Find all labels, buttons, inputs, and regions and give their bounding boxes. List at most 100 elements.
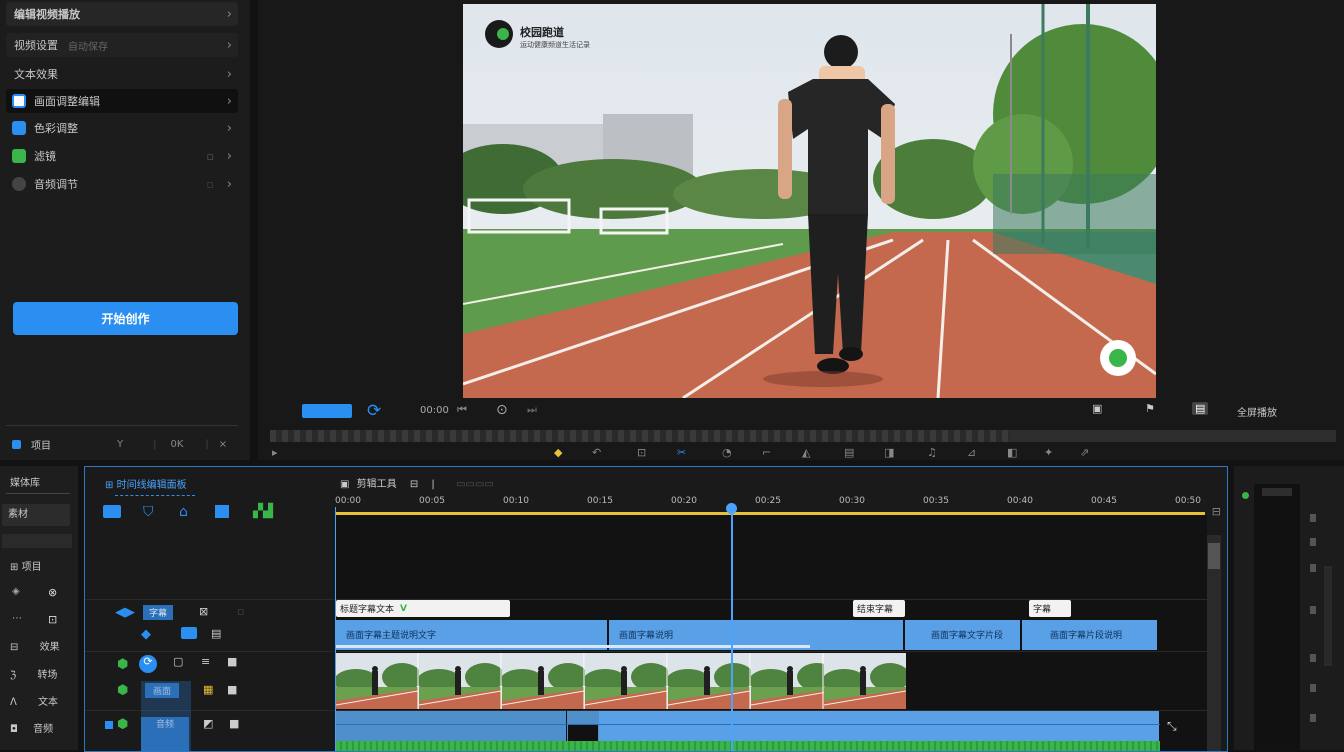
audio-tool-icon[interactable]: ♫ <box>927 446 937 459</box>
media-row[interactable]: ⊞ 项目 <box>10 558 70 573</box>
lock-icon[interactable]: ⊟ <box>410 479 418 490</box>
cut-icon[interactable]: ✂ <box>677 446 686 459</box>
sidebar-item-filter[interactable]: 滤镜 ▫ › <box>6 144 238 168</box>
video-track-green-icon[interactable]: ⬢ <box>117 683 128 698</box>
preview-video-frame[interactable] <box>463 4 1156 398</box>
toolbar-icon[interactable]: ▣ <box>340 479 349 490</box>
text-tool-icon[interactable]: ▤ <box>844 446 854 459</box>
folder-icon[interactable] <box>103 505 121 518</box>
zoom-icon[interactable]: ◭ <box>802 446 810 459</box>
meter-button[interactable] <box>1310 684 1316 692</box>
sidebar-item-image-adjust[interactable]: 画面调整编辑 › <box>6 89 238 113</box>
speed-icon[interactable]: ◔ <box>722 446 732 459</box>
media-row[interactable]: ⊟ 效果 <box>10 638 76 653</box>
panel-title-row[interactable]: 编辑视频播放 › <box>6 2 238 26</box>
meter-button[interactable] <box>1310 538 1316 546</box>
audio-track-icon[interactable]: ⬢ <box>117 717 128 732</box>
volume-icon[interactable]: ▤ <box>1192 402 1209 415</box>
timeline-settings-icon[interactable]: ⊟ <box>1212 505 1221 518</box>
video-track-sync-icon[interactable]: ⟳ <box>139 655 157 673</box>
grid-row-icon[interactable]: ⋯ <box>12 613 22 624</box>
timeline-panel: ⊞ 时间线编辑面板 ⛉ ⌂ ▞▟ ▣ 剪辑工具 ⊟ | ▭▭▭▭ ⊟ 00:00… <box>84 466 1228 752</box>
effect-row-icon-b[interactable]: ⊗ <box>48 586 57 599</box>
sidebar-item-video-settings[interactable]: 视频设置 自动保存 › <box>6 33 238 57</box>
sidebar-item-color-adjust[interactable]: 色彩调整 › <box>6 116 238 140</box>
video-track-stop-icon-b[interactable]: ■ <box>227 683 237 696</box>
meter-handle[interactable] <box>1262 488 1292 496</box>
meter-button[interactable] <box>1310 714 1316 722</box>
sticker-icon[interactable]: ✦ <box>1044 446 1053 459</box>
video-track-color-icon[interactable]: ▦ <box>203 683 213 696</box>
text-clip[interactable]: 标题字幕文本 Ⅴ <box>336 600 510 617</box>
prev-frame-icon[interactable]: ⏮ <box>457 403 467 417</box>
bucket-icon[interactable]: ⌂ <box>179 504 188 520</box>
effect-row-icon[interactable]: ◈ <box>12 586 20 597</box>
video-track-icon[interactable]: ⬢ <box>117 657 128 672</box>
video-clip[interactable] <box>336 653 906 709</box>
meter-button[interactable] <box>1310 606 1316 614</box>
text-track-folder-icon[interactable] <box>181 627 197 639</box>
media-search-bar[interactable] <box>2 534 72 548</box>
grid-row-icon-b[interactable]: ⊡ <box>48 613 57 626</box>
sidebar-item-text-effects[interactable]: 文本效果 › <box>6 62 238 86</box>
text-track-grid-icon[interactable]: ▤ <box>211 627 221 640</box>
color-tool-icon[interactable]: ◆ <box>554 446 562 459</box>
bar-icon[interactable]: | <box>431 479 434 490</box>
snapshot-icon[interactable]: ▣ <box>1092 402 1102 415</box>
sync-icon[interactable]: ⟳ <box>367 401 381 421</box>
transition-icon[interactable]: ⊿ <box>967 446 976 459</box>
play-mode-button[interactable] <box>302 404 352 418</box>
zoom-slider-icon[interactable]: ▭▭▭▭ <box>456 479 494 490</box>
text-track-icon[interactable]: ◀▶ <box>115 605 135 620</box>
text-clip[interactable]: 字幕 <box>1029 600 1071 617</box>
subtitle-clip[interactable]: 画面字幕文字片段 <box>905 620 1020 650</box>
crop-icon[interactable]: ⊡ <box>637 446 646 459</box>
audio-track-flag-icon[interactable]: ◩ <box>203 717 213 730</box>
split-icon[interactable]: ⌐ <box>762 446 771 459</box>
audio-clip-row[interactable] <box>599 711 1159 741</box>
audio-icon <box>12 177 26 191</box>
sidebar-item-audio[interactable]: 音频调节 ▫ › <box>6 172 238 196</box>
undo-icon[interactable]: ↶ <box>592 446 601 459</box>
timeline-title[interactable]: ⊞ 时间线编辑面板 <box>105 476 187 491</box>
clip-icon[interactable] <box>215 505 229 518</box>
text-track-eye-icon[interactable]: ▫ <box>237 605 244 618</box>
video-track-frame-icon[interactable]: ▢ <box>173 655 183 668</box>
meter-button[interactable] <box>1310 654 1316 662</box>
text-track-tag-icon[interactable]: ◆ <box>141 627 151 642</box>
media-tab-assets[interactable]: 素材 <box>2 504 70 526</box>
play-icon[interactable]: ⊙ <box>496 402 508 418</box>
subtitle-clip[interactable]: 画面字幕片段说明 <box>1022 620 1157 650</box>
audio-wave-icon[interactable]: ▞▟ <box>253 504 273 519</box>
expand-icon[interactable]: ⤡ <box>1167 719 1177 734</box>
video-track-stop-icon[interactable]: ■ <box>227 655 237 668</box>
audio-clip-row[interactable] <box>336 711 566 741</box>
media-row[interactable]: ℨ 转场 <box>10 666 76 681</box>
start-create-button[interactable]: 开始创作 <box>13 302 238 335</box>
audio-clip-dividers <box>336 724 1160 725</box>
media-panel-title[interactable]: 媒体库 <box>10 474 40 489</box>
mark-icon[interactable]: ▸ <box>272 446 278 459</box>
audio-track-stop-icon[interactable]: ■ <box>229 717 239 730</box>
flag-icon[interactable]: ⚑ <box>1145 402 1155 415</box>
shield-icon[interactable]: ⛉ <box>143 504 154 520</box>
media-row[interactable]: ᐱ 文本 <box>10 693 76 708</box>
player-controls: ⟳ 00:00 ⏮ ⊙ ⏭ ▣ ⚑ ▤ 全屏播放 <box>302 401 1332 424</box>
audio-track-box-icon[interactable] <box>105 721 113 729</box>
video-track-menu-icon[interactable]: ≡ <box>201 655 210 668</box>
media-row[interactable]: ◘ 音频 <box>10 720 76 735</box>
playhead-handle[interactable] <box>726 503 737 514</box>
meter-button[interactable] <box>1310 564 1316 572</box>
fullscreen-label[interactable]: 全屏播放 <box>1237 404 1277 419</box>
text-track-label[interactable]: 字幕 <box>143 605 174 620</box>
mask-icon[interactable]: ◨ <box>884 446 894 459</box>
meter-button[interactable] <box>1310 514 1316 522</box>
next-frame-icon[interactable]: ⏭ <box>527 403 537 417</box>
scrollbar-thumb[interactable] <box>1208 543 1220 569</box>
close-icon[interactable]: × <box>219 439 227 450</box>
text-clip[interactable]: 结束字幕 <box>853 600 905 617</box>
export-icon[interactable]: ⇗ <box>1080 446 1089 459</box>
effect-icon[interactable]: ◧ <box>1007 446 1017 459</box>
text-track-lock-icon[interactable]: ⊠ <box>199 605 208 618</box>
playhead-line[interactable] <box>731 507 733 751</box>
